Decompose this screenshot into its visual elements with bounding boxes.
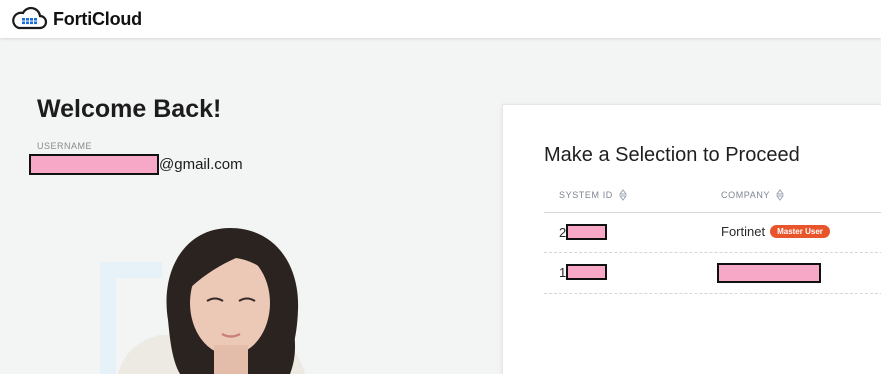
system-id-redaction bbox=[566, 264, 608, 280]
column-header-system-id[interactable]: SYSTEM ID bbox=[559, 189, 627, 201]
username-redaction bbox=[29, 154, 159, 175]
company-header-label: COMPANY bbox=[721, 190, 771, 200]
company-cell: Fortinet Master User bbox=[721, 224, 830, 239]
company-redaction bbox=[717, 263, 821, 283]
sort-icon bbox=[776, 189, 785, 201]
system-id-cell: 2 bbox=[559, 224, 608, 240]
company-name: Fortinet bbox=[721, 224, 766, 239]
cloud-grid-icon bbox=[12, 6, 48, 30]
sort-icon bbox=[618, 189, 627, 201]
table-row[interactable]: 2 Fortinet Master User bbox=[544, 213, 881, 253]
table-row[interactable]: 1 bbox=[544, 253, 881, 293]
welcome-title: Welcome Back! bbox=[37, 95, 222, 123]
brand-name: FortiCloud bbox=[53, 8, 142, 29]
system-id-header-label: SYSTEM ID bbox=[559, 190, 613, 200]
column-header-company[interactable]: COMPANY bbox=[721, 189, 785, 201]
system-id-cell: 1 bbox=[559, 264, 608, 280]
selection-card: Make a Selection to Proceed SYSTEM ID CO… bbox=[502, 104, 881, 374]
master-user-badge: Master User bbox=[770, 225, 830, 238]
username-value: @gmail.com bbox=[29, 154, 243, 175]
company-cell bbox=[717, 263, 821, 283]
selection-title: Make a Selection to Proceed bbox=[544, 144, 800, 166]
top-header: FortiCloud bbox=[0, 0, 881, 38]
forticloud-logo[interactable]: FortiCloud bbox=[10, 6, 142, 32]
row-divider bbox=[544, 293, 881, 294]
system-id-prefix: 2 bbox=[559, 224, 567, 240]
system-id-prefix: 1 bbox=[559, 264, 567, 280]
username-suffix: @gmail.com bbox=[159, 156, 243, 173]
hero-photo bbox=[0, 200, 500, 374]
username-label: USERNAME bbox=[37, 141, 93, 151]
system-id-redaction bbox=[566, 224, 608, 240]
